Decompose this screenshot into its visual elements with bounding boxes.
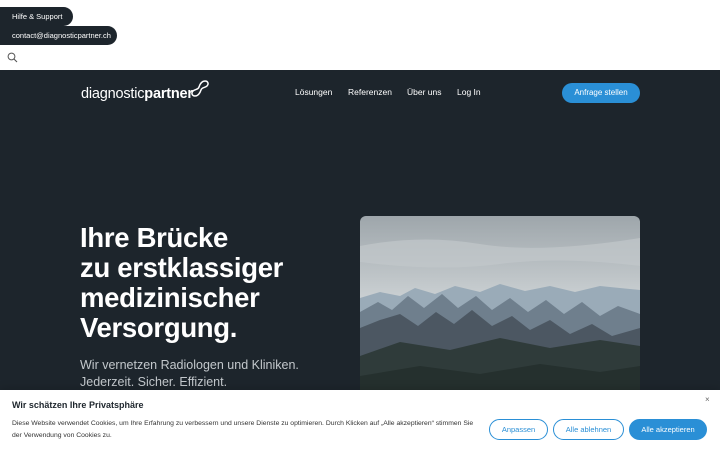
contact-email-link[interactable]: contact@diagnosticpartner.ch [0,26,117,45]
nav-item-login[interactable]: Log In [457,87,481,97]
logo-bold-text: partner [144,86,193,102]
reject-all-button[interactable]: Alle ablehnen [553,419,624,440]
subline-line: Wir vernetzen Radiologen und Kliniken. [80,358,299,372]
help-support-button[interactable]: Hilfe & Support [0,7,73,26]
logo-mark-icon [191,80,209,97]
nav-item-ueber-uns[interactable]: Über uns [407,87,442,97]
hero-subline: Wir vernetzen Radiologen und Kliniken. J… [80,357,340,391]
accept-all-button[interactable]: Alle akzeptieren [629,419,707,440]
subline-line: Jederzeit. Sicher. Effizient. [80,375,228,389]
headline-line: Versorgung. [80,312,238,343]
hero-headline: Ihre Brücke zu erstklassiger medizinisch… [80,223,330,343]
headline-line: Ihre Brücke [80,222,229,253]
cookie-text: Diese Website verwendet Cookies, um Ihre… [12,420,474,439]
logo[interactable]: diagnosticpartner [81,78,211,104]
hero-mountain-image [360,216,640,396]
headline-line: zu erstklassiger [80,252,284,283]
logo-wordmark: diagnosticpartner [81,86,193,102]
logo-light-text: diagnostic [81,86,145,102]
close-icon[interactable]: × [705,395,710,404]
top-utility-bar: Hilfe & Support contact@diagnosticpartne… [0,0,720,70]
headline-line: medizinischer [80,282,260,313]
nav-item-referenzen[interactable]: Referenzen [348,87,392,97]
nav-item-loesungen[interactable]: Lösungen [295,87,332,97]
search-icon[interactable] [7,52,18,63]
customize-cookies-button[interactable]: Anpassen [489,419,548,440]
request-button[interactable]: Anfrage stellen [562,83,640,103]
cookie-title: Wir schätzen Ihre Privatsphäre [12,400,144,410]
cookie-banner: Wir schätzen Ihre Privatsphäre Diese Web… [0,390,720,450]
mountain-landscape-illustration [360,216,640,396]
